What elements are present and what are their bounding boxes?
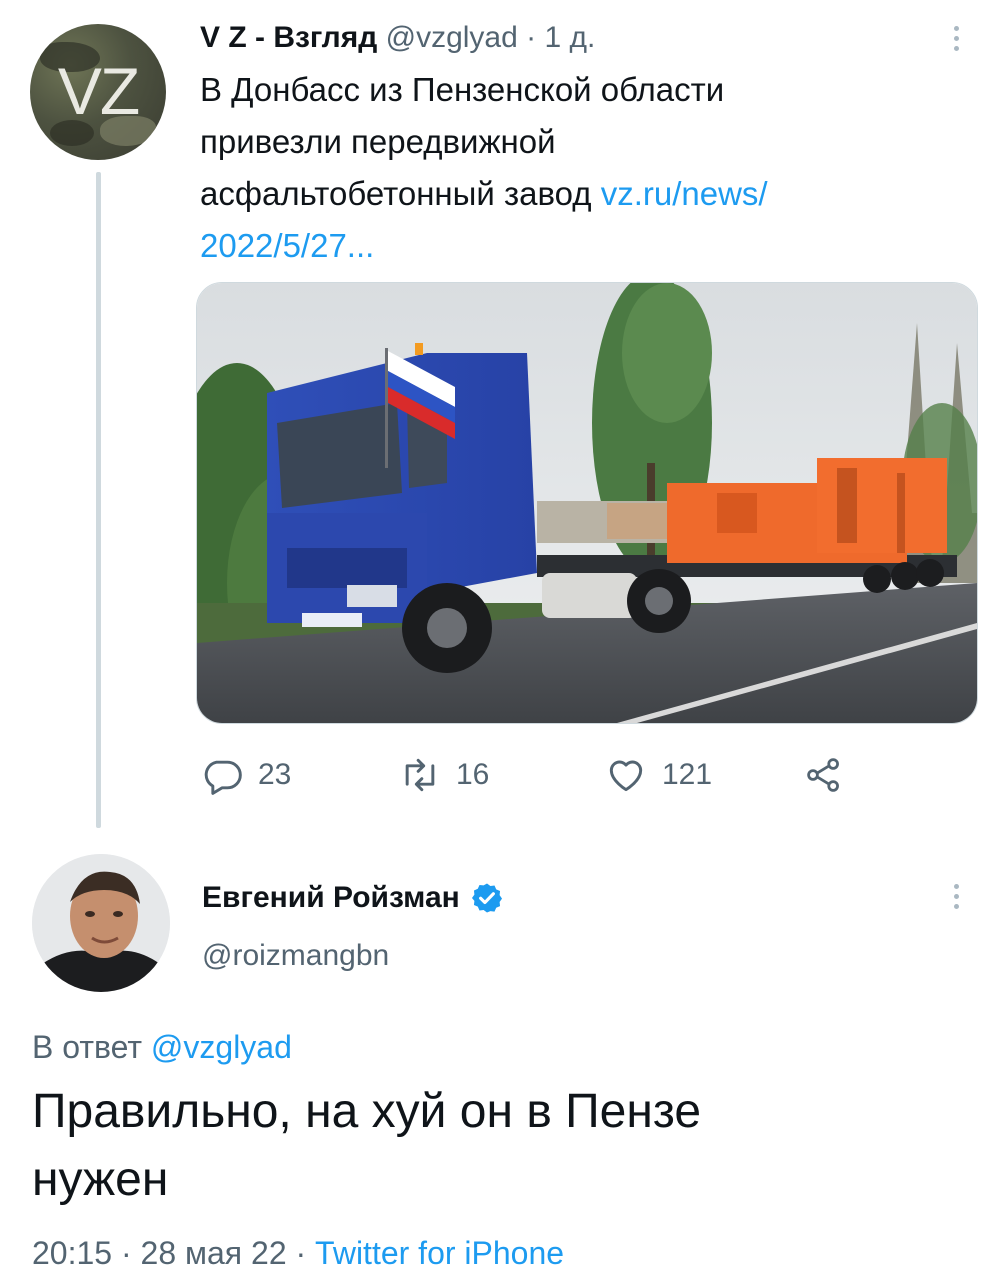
more-options-button[interactable] (944, 18, 968, 58)
reply-author-name-row: Евгений Ройзман (202, 876, 504, 920)
like-button[interactable]: 121 (604, 750, 712, 800)
share-icon (807, 758, 839, 792)
reply-count: 23 (258, 758, 292, 791)
retweet-icon (405, 758, 435, 792)
author-avatar-roizman[interactable] (32, 854, 170, 992)
like-count: 121 (662, 758, 713, 791)
reply-to-handle[interactable]: @vzglyad (151, 1029, 292, 1065)
tweet-header: V Z - Взгляд @vzglyad · 1 д. (200, 18, 595, 58)
meta-dot: · (120, 1235, 132, 1271)
author-name[interactable]: V Z - Взгляд (200, 21, 377, 54)
author-avatar-vzglyad[interactable]: VZ (30, 24, 166, 160)
tweet-text-line: В Донбасс из Пензенской области (200, 71, 725, 108)
reply-to-prefix: В ответ (32, 1029, 143, 1065)
more-icon (953, 25, 959, 31)
more-icon (953, 883, 959, 889)
truck-photo-illustration (197, 283, 977, 723)
reply-text-line: нужен (32, 1153, 169, 1206)
meta-dot: · (295, 1235, 307, 1271)
reply-author-handle[interactable]: @roizmangbn (202, 934, 389, 978)
like-icon (609, 760, 643, 792)
reply-text-line: Правильно, на хуй он в Пензе (32, 1085, 702, 1138)
reply-icon (204, 760, 242, 795)
avatar-logo-text: VZ (57, 54, 140, 128)
reply-button[interactable]: 23 (200, 750, 291, 800)
avatar-portrait (32, 854, 170, 992)
tweet-time[interactable]: 1 д. (544, 21, 595, 54)
header-separator: · (526, 21, 537, 54)
retweet-count: 16 (456, 758, 490, 791)
reply-text: Правильно, на хуй он в Пензе нужен (32, 1078, 972, 1214)
tweet-actions: 23 16 121 (200, 750, 860, 800)
reply-more-options-button[interactable] (944, 876, 968, 916)
thread-connector (96, 172, 101, 828)
tweet-text-line: привезли передвижной (200, 123, 556, 160)
reply-author-name[interactable]: Евгений Ройзман (202, 876, 460, 920)
tweet-text-line: асфальтобетонный завод (200, 175, 592, 212)
reply-meta: 20:15 · 28 мая 22 · Twitter for iPhone (32, 1230, 564, 1276)
tweet-source[interactable]: Twitter for iPhone (315, 1235, 564, 1271)
tweet-text: В Донбасс из Пензенской области привезли… (200, 64, 920, 272)
reply-context: В ответ @vzglyad (32, 1024, 292, 1070)
tweet-photo[interactable] (196, 282, 978, 724)
reply-time[interactable]: 20:15 (32, 1235, 112, 1271)
retweet-button[interactable]: 16 (398, 750, 489, 800)
share-button[interactable] (802, 750, 846, 800)
reply-date[interactable]: 28 мая 22 (141, 1235, 287, 1271)
author-handle[interactable]: @vzglyad (386, 21, 518, 54)
verified-icon (471, 883, 502, 913)
